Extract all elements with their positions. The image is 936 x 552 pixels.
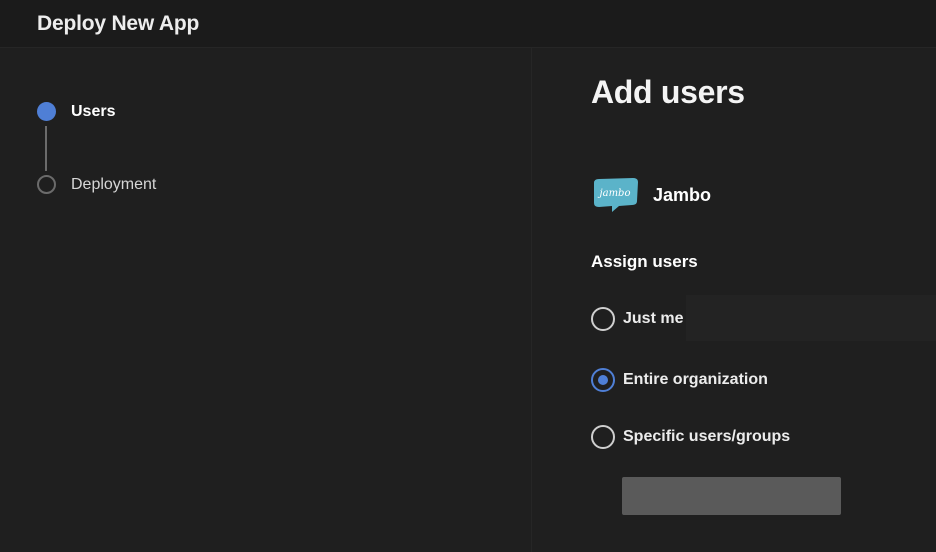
primary-action-button[interactable] (622, 477, 841, 515)
radio-label-specific-users: Specific users/groups (623, 428, 791, 445)
radio-label-just-me: Just me (623, 310, 684, 327)
window-title: Deploy New App (37, 12, 200, 35)
radio-unchecked-icon[interactable] (591, 307, 615, 331)
option-hover-highlight (686, 295, 936, 341)
radio-option-specific-users[interactable]: Specific users/groups (591, 425, 790, 449)
radio-label-entire-organization: Entire organization (623, 371, 768, 388)
step-deployment[interactable]: Deployment (37, 175, 156, 194)
step-users[interactable]: Users (37, 102, 115, 121)
step-connector-line (45, 126, 47, 171)
radio-option-just-me[interactable]: Just me (591, 307, 683, 331)
jambo-logo-icon: jambo (594, 178, 638, 212)
step-label-users: Users (71, 102, 116, 120)
radio-option-entire-organization[interactable]: Entire organization (591, 368, 768, 392)
title-bar: Deploy New App (0, 0, 936, 48)
deploy-app-window: Deploy New App Users Deployment Add user… (0, 0, 936, 552)
step-inactive-dot-icon (37, 175, 56, 194)
app-name: Jambo (653, 185, 712, 205)
logo-wordmark: jambo (598, 188, 631, 199)
step-active-dot-icon (37, 102, 56, 121)
page-title: Add users (591, 74, 745, 110)
radio-checked-icon[interactable] (591, 368, 615, 392)
stepper-pane (0, 48, 532, 552)
radio-unchecked-icon[interactable] (591, 425, 615, 449)
assign-users-label: Assign users (591, 252, 698, 271)
step-label-deployment: Deployment (71, 175, 157, 193)
